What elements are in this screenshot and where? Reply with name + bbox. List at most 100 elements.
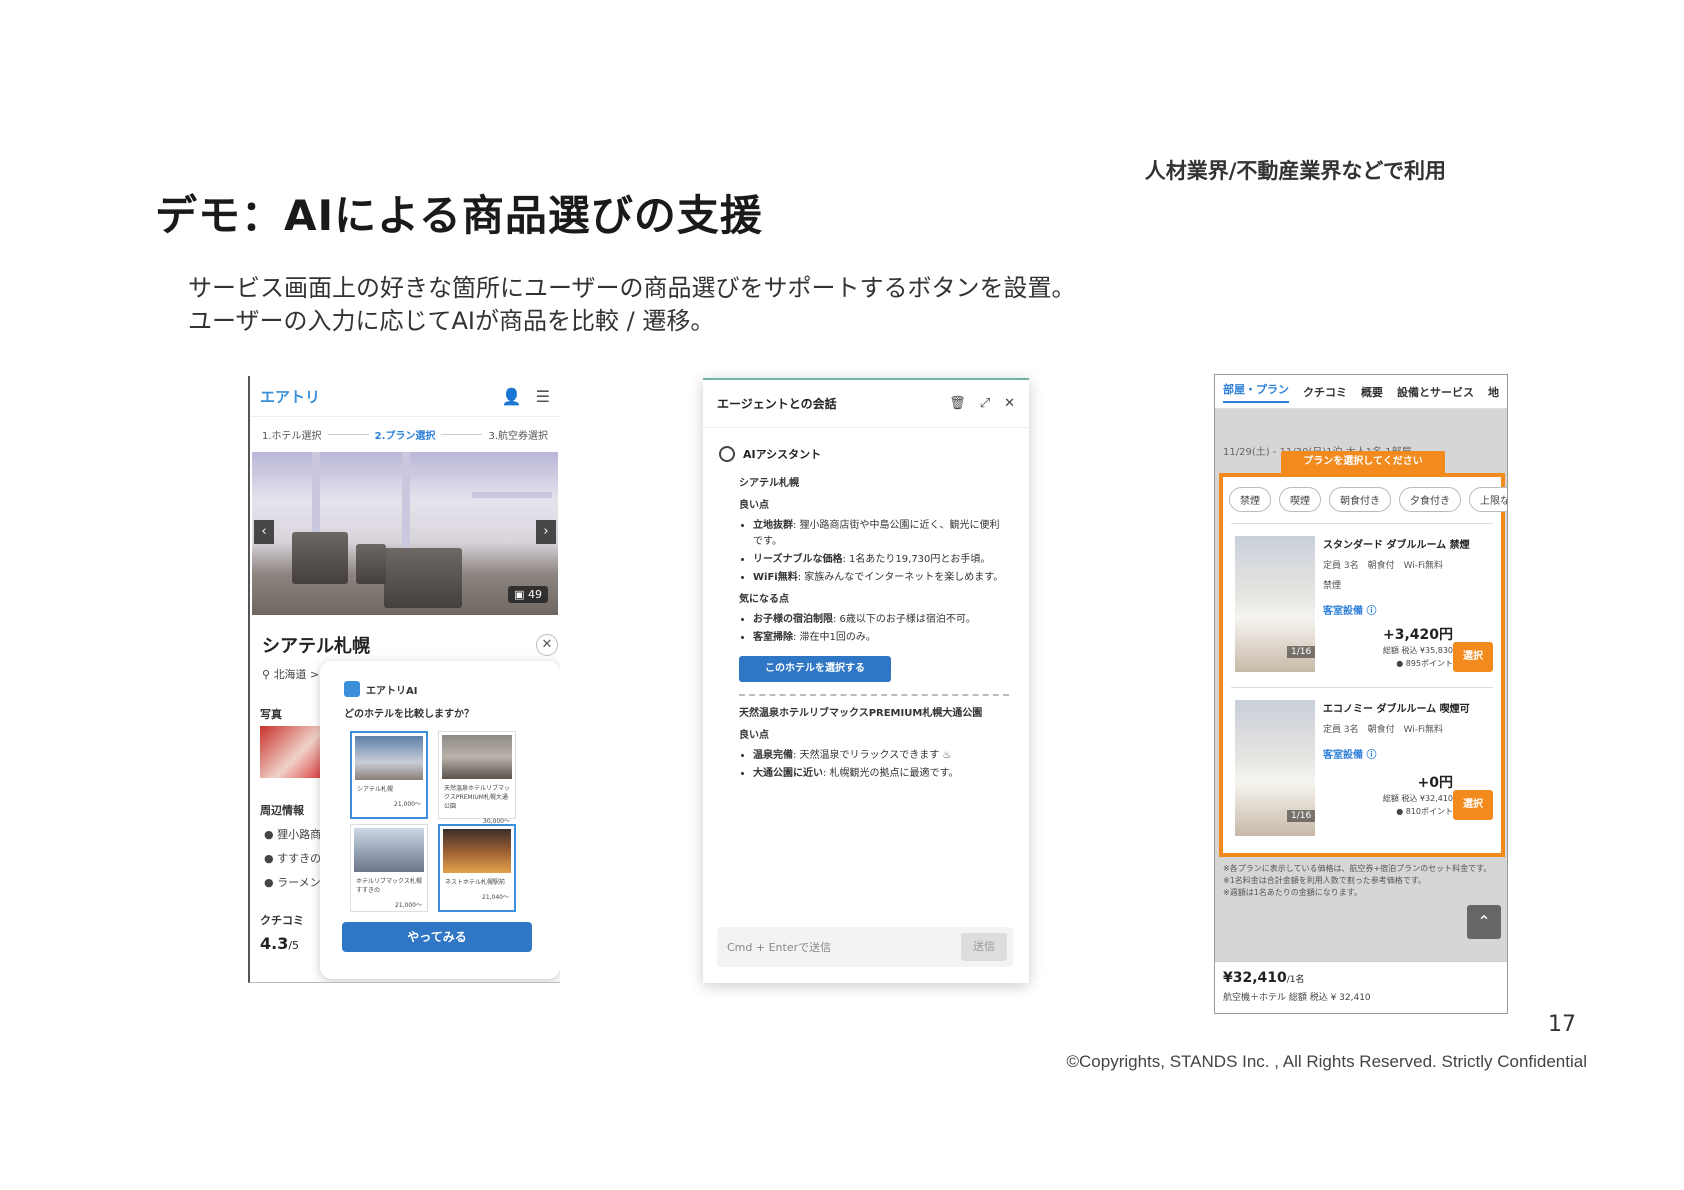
close-icon[interactable]: ✕ [1004, 396, 1015, 411]
hotel2-good-list: 温泉完備: 天然温泉でリラックスできます ♨ 大通公園に近い: 札幌観光の拠点に… [739, 748, 1009, 782]
slide-description: サービス画面上の好きな箇所にユーザーの商品選びをサポートするボタンを設置。 ユー… [188, 272, 1076, 338]
list-item: 大通公園に近い: 札幌観光の拠点に最適です。 [753, 766, 1009, 782]
industry-tagline: 人材業界/不動産業界などで利用 [1144, 159, 1446, 183]
room-total: 総額 税込 ¥35,830 ● 895ポイント [1382, 646, 1453, 668]
list-item: 立地抜群: 狸小路商店街や中島公園に近く、観光に便利です。 [753, 518, 1009, 550]
hotel1-good-title: 良い点 [739, 500, 769, 511]
photo-thumbnail[interactable] [260, 726, 320, 778]
tab-rooms-plans[interactable]: 部屋・プラン [1223, 381, 1289, 403]
tab-map[interactable]: 地 [1488, 384, 1499, 400]
room-price: +3,420円 [1382, 627, 1453, 643]
photo-count[interactable]: ▣ 49 [508, 586, 548, 603]
hotel1-concern-list: お子様の宿泊制限: 6歳以下のお子様は宿泊不可。 客室掃除: 滞在中1回のみ。 [739, 612, 1009, 646]
filter-chip[interactable]: 上限なし [1469, 487, 1507, 512]
try-button[interactable]: やってみる [342, 922, 532, 952]
hotel-page-screenshot: エアトリ 👤 ☰ 1.ホテル選択 2.プラン選択 3.航空券選択 ‹ › ▣ 4… [248, 376, 560, 983]
hotel1-good-list: 立地抜群: 狸小路商店街や中島公園に近く、観光に便利です。 リーズナブルな価格:… [739, 518, 1009, 586]
popup-brand: エアトリAI [344, 681, 417, 697]
hotel-card[interactable]: シアテル札幌 21,000〜 [350, 731, 428, 819]
chat-message: シアテル札幌 良い点 立地抜群: 狸小路商店街や中島公園に近く、観光に便利です。… [739, 470, 1009, 784]
nearby-item: ● すすきの [264, 852, 322, 865]
room-equipment-link[interactable]: 客室設備 ⓘ [1323, 746, 1376, 761]
room-equipment-link[interactable]: 客室設備 ⓘ [1323, 602, 1376, 617]
section-nearby: 周辺情報 [260, 804, 304, 817]
user-icon[interactable]: 👤 [502, 387, 522, 406]
filter-chip[interactable]: 朝食付き [1329, 487, 1391, 512]
room-meta: 定員 3名 朝食付 Wi-Fi無料 禁煙 [1323, 561, 1444, 591]
chat-input-placeholder: Cmd + Enterで送信 [727, 941, 832, 954]
popup-question: どのホテルを比較しますか？ [344, 709, 474, 720]
price-notes: ※各プランに表示している価格は、航空券+宿泊プランのセット料金です。 ※1名料金… [1223, 864, 1492, 897]
room-photo[interactable]: 1/16 [1235, 536, 1316, 672]
nearby-item: ● ラーメン [264, 876, 321, 889]
step-plan[interactable]: 2.プラン選択 [375, 427, 436, 442]
description-line-1: サービス画面上の好きな箇所にユーザーの商品選びをサポートするボタンを設置。 [188, 274, 1076, 302]
filter-chip[interactable]: 喫煙 [1279, 487, 1321, 512]
room-plan-card: 1/16 エコノミー ダブルルーム 喫煙可 定員 3名 朝食付 Wi-Fi無料 … [1231, 687, 1493, 847]
scroll-top-icon[interactable]: ⌃ [1467, 905, 1501, 939]
hotel-page-header: エアトリ 👤 ☰ [250, 376, 560, 416]
room-name: エコノミー ダブルルーム 喫煙可 [1323, 704, 1470, 715]
slide-title: デモ：AIによる商品選びの支援 [155, 191, 763, 240]
hotel-card[interactable]: 天然温泉ホテルリブマックスPREMIUM札幌大通公園 30,000〜 [438, 731, 516, 825]
list-item: リーズナブルな価格: 1名あたり19,730円とお手頃。 [753, 552, 1009, 568]
copyright-notice: ©Copyrights, STANDS Inc. , All Rights Re… [1066, 1052, 1587, 1071]
review-rating: 4.3/5 [260, 934, 300, 953]
step-hotel[interactable]: 1.ホテル選択 [262, 427, 322, 442]
footer-total: 航空機＋ホテル 総額 税込 ¥ 32,410 [1223, 993, 1371, 1003]
assistant-label: AIアシスタント [719, 446, 821, 462]
hotel-name: シアテル札幌 [262, 636, 370, 657]
nearby-item: ● 狸小路商 [264, 828, 322, 841]
page-number: 17 [1548, 1012, 1576, 1037]
filter-chip[interactable]: 夕食付き [1399, 487, 1461, 512]
hotel-card[interactable]: ネストホテル札幌駅前 21,040〜 [438, 824, 516, 912]
tab-overview[interactable]: 概要 [1361, 384, 1383, 400]
plan-tabs: 部屋・プラン クチコミ 概要 設備とサービス 地 [1215, 375, 1507, 409]
room-name: スタンダード ダブルルーム 禁煙 [1323, 540, 1470, 551]
plan-page-screenshot: 部屋・プラン クチコミ 概要 設備とサービス 地 11/29(土) - 11/3… [1214, 374, 1508, 1014]
hotel-photo-carousel[interactable]: ‹ › ▣ 49 [252, 452, 558, 615]
price-footer: ¥32,410/1名 航空機＋ホテル 総額 税込 ¥ 32,410 [1215, 961, 1507, 1013]
carousel-next-icon[interactable]: › [536, 520, 556, 544]
divider [739, 694, 1009, 696]
plan-list-highlight: 禁煙 喫煙 朝食付き 夕食付き 上限なし 1/16 スタンダード ダブルルーム … [1219, 473, 1507, 857]
agent-chat-screenshot: エージェントとの会話 🗑 ⤢ ✕ AIアシスタント シアテル札幌 良い点 立地抜… [703, 378, 1029, 983]
assistant-avatar-icon [719, 446, 735, 462]
select-room-button[interactable]: 選択 [1453, 790, 1493, 820]
tab-facilities[interactable]: 設備とサービス [1397, 384, 1474, 400]
room-total: 総額 税込 ¥32,410 ● 810ポイント [1382, 794, 1453, 816]
list-item: WiFi無料: 家族みんなでインターネットを楽しめます。 [753, 570, 1009, 586]
room-price: +0円 [1417, 775, 1453, 791]
footer-price: ¥32,410/1名 [1223, 970, 1305, 986]
hotel-location: ⚲ 北海道 > [262, 668, 320, 681]
send-button[interactable]: 送信 [961, 933, 1007, 961]
ai-compare-popup: エアトリAI どのホテルを比較しますか？ シアテル札幌 21,000〜 天然温泉… [320, 661, 560, 979]
filter-chips: 禁煙 喫煙 朝食付き 夕食付き 上限なし [1223, 477, 1507, 522]
section-reviews: クチコミ [260, 914, 304, 927]
hotel2-good-title: 良い点 [739, 730, 769, 741]
step-flight[interactable]: 3.航空券選択 [488, 427, 548, 442]
close-icon[interactable]: ✕ [536, 634, 558, 656]
chat-input[interactable]: Cmd + Enterで送信 送信 [717, 927, 1013, 967]
room-photo[interactable]: 1/16 [1235, 700, 1316, 836]
list-item: 客室掃除: 滞在中1回のみ。 [753, 630, 1009, 646]
hotel1-concern-title: 気になる点 [739, 594, 789, 605]
list-item: 温泉完備: 天然温泉でリラックスできます ♨ [753, 748, 1009, 764]
pin-icon: ⚲ [262, 668, 271, 681]
tab-reviews[interactable]: クチコミ [1303, 384, 1347, 400]
room-plan-card: 1/16 スタンダード ダブルルーム 禁煙 定員 3名 朝食付 Wi-Fi無料禁… [1231, 523, 1493, 683]
hotel1-name: シアテル札幌 [739, 478, 799, 489]
trash-icon[interactable]: 🗑 [949, 396, 966, 411]
hotel2-name: 天然温泉ホテルリブマックスPREMIUM札幌大通公園 [739, 708, 983, 719]
hotel-card[interactable]: ホテルリブマックス札幌すすきの 21,000〜 [350, 824, 428, 912]
chat-header: エージェントとの会話 🗑 ⤢ ✕ [703, 380, 1029, 428]
list-item: お子様の宿泊制限: 6歳以下のお子様は宿泊不可。 [753, 612, 1009, 628]
site-logo[interactable]: エアトリ [260, 386, 320, 407]
menu-icon[interactable]: ☰ [536, 387, 550, 406]
select-room-button[interactable]: 選択 [1453, 642, 1493, 672]
expand-icon[interactable]: ⤢ [980, 396, 990, 411]
carousel-prev-icon[interactable]: ‹ [254, 520, 274, 544]
ai-logo-icon [344, 681, 360, 697]
filter-chip[interactable]: 禁煙 [1229, 487, 1271, 512]
select-hotel-button[interactable]: このホテルを選択する [739, 656, 891, 682]
